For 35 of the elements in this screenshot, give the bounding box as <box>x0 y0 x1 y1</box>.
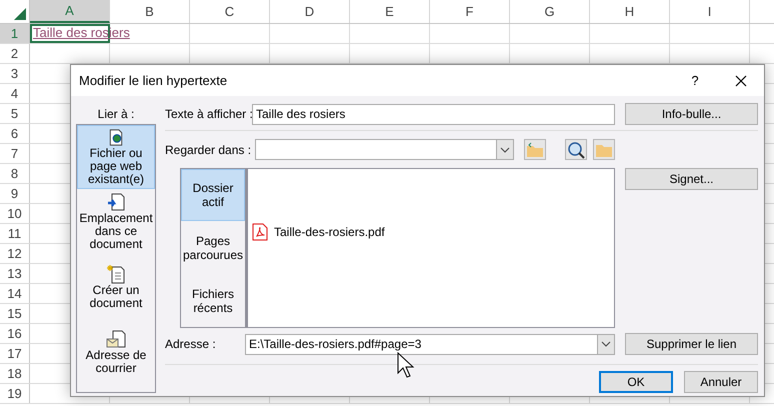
row-header[interactable]: 1 <box>0 24 30 43</box>
close-icon <box>735 74 747 86</box>
document-envelope-icon <box>106 328 126 348</box>
caret-icon <box>500 146 510 152</box>
link-type-item[interactable]: Adresse de courrier <box>77 319 155 384</box>
select-all-icon[interactable] <box>14 8 26 20</box>
tooltip-button[interactable]: Info-bulle... <box>625 103 758 125</box>
display-text-label: Texte à afficher : <box>165 107 252 121</box>
browse-tab[interactable]: Dossier actif <box>181 169 245 221</box>
folder-icon <box>526 142 544 158</box>
display-text-field[interactable]: Taille des rosiers <box>252 104 615 124</box>
document-arrow-icon <box>106 192 126 212</box>
dialog-title: Modifier le lien hypertexte <box>79 73 228 88</box>
address-field[interactable]: E:\Taille-des-rosiers.pdf#page=3 <box>245 334 615 354</box>
column-header[interactable]: A <box>30 0 110 23</box>
cancel-button[interactable]: Annuler <box>684 371 758 393</box>
browse-tab[interactable]: Pages parcourues <box>181 221 245 274</box>
bookmark-button[interactable]: Signet... <box>625 168 758 190</box>
remove-link-button[interactable]: Supprimer le lien <box>625 333 758 355</box>
browse-tab[interactable]: Fichiers récents <box>181 274 245 327</box>
web-search-button[interactable] <box>565 139 587 160</box>
mouse-pointer-icon <box>397 352 415 380</box>
link-to-label: Lier à : <box>98 107 134 121</box>
address-label: Adresse : <box>165 337 217 351</box>
link-type-item[interactable]: Créer un document <box>77 254 155 319</box>
new-document-icon <box>106 264 126 284</box>
link-type-item[interactable]: Emplacement dans ce document <box>77 189 155 254</box>
help-button[interactable]: ? <box>672 65 718 96</box>
look-in-dropdown[interactable] <box>255 139 514 160</box>
ok-button[interactable]: OK <box>599 371 673 393</box>
caret-icon <box>601 341 611 347</box>
pdf-file-icon <box>252 223 268 241</box>
link-type-item[interactable]: Fichier ou page web existant(e) <box>77 125 155 189</box>
file-item[interactable]: Taille-des-rosiers.pdf <box>274 225 385 239</box>
look-in-label: Regarder dans : <box>165 142 252 156</box>
